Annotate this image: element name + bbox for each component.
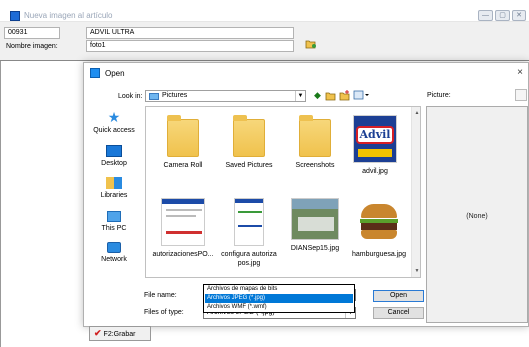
back-arrow-icon[interactable]: ◆ — [312, 90, 323, 101]
filename-label: File name: — [144, 292, 177, 299]
thumb-header — [162, 199, 204, 204]
cancel-button[interactable]: Cancel — [373, 307, 424, 319]
file-item[interactable]: hamburguesa.jpg — [347, 198, 411, 259]
folder-icon — [233, 115, 265, 157]
file-item[interactable]: configura autoriza pos.jpg — [217, 198, 281, 268]
pictures-folder-icon — [149, 93, 159, 100]
save-button[interactable]: ✔ F2:Grabar — [89, 326, 151, 341]
thumb-sky — [292, 199, 338, 209]
filetype-dropdown-list[interactable]: Archivos de mapas de bits Archivos JPEG … — [203, 284, 355, 313]
file-name: configura autoriza pos.jpg — [221, 251, 277, 267]
outer-window-title: Nueva imagen al artículo — [24, 11, 113, 20]
desktop-icon — [106, 145, 122, 157]
place-quick-access[interactable]: ★ Quick access — [88, 110, 140, 134]
save-button-label: F2:Grabar — [103, 331, 136, 338]
burger-thumbnail — [357, 198, 401, 246]
libraries-icon — [106, 177, 122, 189]
lookin-select[interactable]: Pictures ▼ — [145, 90, 306, 102]
dialog-close-icon[interactable]: × — [514, 67, 526, 78]
thumb-line — [166, 215, 196, 217]
file-name: advil.jpg — [362, 168, 388, 175]
thumb-header — [235, 199, 263, 203]
filetype-label: Files of type: — [144, 309, 184, 316]
place-label: Quick access — [93, 127, 135, 134]
screenshot-thumbnail — [234, 198, 264, 246]
folder-icon — [167, 115, 199, 157]
maximize-button[interactable]: ▢ — [495, 10, 510, 21]
dialog-app-icon — [90, 68, 100, 78]
scroll-up-icon[interactable]: ▲ — [413, 109, 420, 117]
file-name: Camera Roll — [163, 162, 203, 169]
lookin-label: Look in: — [118, 93, 143, 100]
filetype-option[interactable]: Archivos WMF (*.wmf) — [205, 303, 353, 312]
file-name: DIANSep15.jpg — [290, 245, 340, 252]
close-button[interactable]: ✕ — [512, 10, 526, 21]
file-list[interactable]: Camera Roll Saved Pictures Screenshots A… — [145, 106, 421, 278]
minimize-button[interactable]: — — [478, 10, 493, 21]
filetype-option-selected[interactable]: Archivos JPEG (*.jpg) — [205, 294, 353, 303]
image-name-label: Nombre imagen: — [6, 43, 58, 50]
thumb-line — [238, 225, 262, 227]
file-name: Screenshots — [295, 162, 335, 169]
place-label: Libraries — [100, 192, 128, 199]
file-name: autorizacionesPO... — [152, 251, 214, 258]
network-icon — [107, 242, 121, 253]
file-name: hamburguesa.jpg — [351, 251, 407, 258]
preview-toggle-icon[interactable] — [515, 89, 527, 101]
picture-label: Picture: — [427, 92, 451, 99]
image-name-field[interactable]: foto1 — [86, 40, 294, 52]
screenshot-thumbnail — [161, 198, 205, 246]
new-folder-icon[interactable] — [339, 90, 350, 101]
chevron-down-icon[interactable]: ▼ — [295, 91, 305, 101]
preview-none-text: (None) — [466, 213, 488, 220]
file-name: Saved Pictures — [225, 162, 273, 169]
burger-bun-top — [361, 204, 397, 218]
vertical-scrollbar[interactable]: ▲ ▼ — [411, 107, 420, 277]
place-libraries[interactable]: Libraries — [88, 177, 140, 199]
place-label: Desktop — [101, 160, 127, 167]
burger-patty — [361, 223, 397, 230]
place-label: This PC — [101, 225, 127, 232]
place-network[interactable]: Network — [88, 242, 140, 263]
file-item[interactable]: autorizacionesPO... — [151, 198, 215, 259]
place-this-pc[interactable]: This PC — [88, 211, 140, 232]
file-item[interactable]: Screenshots — [283, 115, 347, 170]
file-item[interactable]: Camera Roll — [151, 115, 215, 170]
preview-pane: (None) — [426, 106, 528, 323]
folder-icon — [299, 115, 331, 157]
file-item[interactable]: DIANSep15.jpg — [283, 198, 347, 253]
star-icon: ★ — [107, 109, 121, 125]
burger-bun-bottom — [361, 230, 397, 239]
product-name-field[interactable]: ADVIL ULTRA — [86, 27, 294, 39]
computer-icon — [107, 211, 121, 222]
app-icon — [10, 11, 20, 21]
thumb-line — [166, 231, 202, 234]
divider — [0, 61, 1, 347]
open-button[interactable]: Open — [373, 290, 424, 302]
code-field[interactable]: 00931 — [4, 27, 60, 39]
file-item[interactable]: Advil advil.jpg — [343, 115, 407, 176]
advil-thumbnail: Advil — [353, 115, 397, 163]
thumb-screen — [298, 217, 334, 231]
thumb-band — [358, 149, 392, 157]
check-icon: ✔ — [94, 328, 102, 338]
up-folder-icon[interactable] — [325, 90, 336, 101]
thumb-line — [166, 209, 202, 211]
place-desktop[interactable]: Desktop — [88, 145, 140, 167]
lookin-value: Pictures — [162, 92, 188, 99]
view-menu-icon[interactable] — [353, 90, 369, 101]
file-item[interactable]: Saved Pictures — [217, 115, 281, 170]
browse-folder-icon[interactable] — [305, 38, 317, 49]
place-label: Network — [101, 256, 127, 263]
filetype-option[interactable]: Archivos de mapas de bits — [205, 285, 353, 294]
dialog-title: Open — [105, 69, 125, 78]
advil-logo: Advil — [356, 126, 394, 144]
scroll-down-icon[interactable]: ▼ — [413, 267, 420, 275]
photo-thumbnail — [291, 198, 339, 240]
thumb-line — [238, 211, 262, 213]
